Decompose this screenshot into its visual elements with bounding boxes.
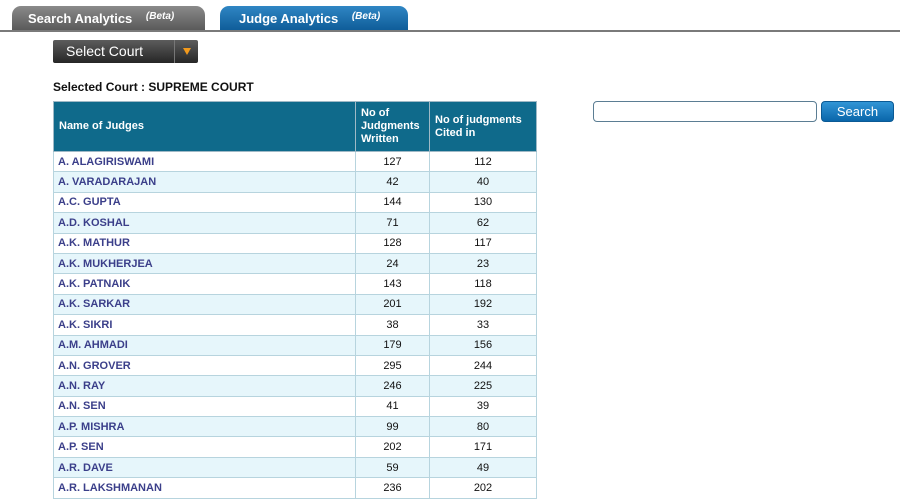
judge-name-link[interactable]: A.R. DAVE (53, 456, 356, 479)
table-row: A.C. GUPTA 144 130 (53, 191, 537, 214)
judge-name-link[interactable]: A.C. GUPTA (53, 191, 356, 214)
table-row: A.K. SIKRI 38 33 (53, 314, 537, 336)
judgments-cited-cell: 171 (429, 436, 537, 458)
table-row: A.N. SEN 41 39 (53, 395, 537, 418)
table-row: A. VARADARAJAN 42 40 (53, 171, 537, 193)
judgments-written-cell: 42 (355, 171, 430, 193)
judgments-cited-cell: 62 (429, 212, 537, 234)
table-header-row: Name of Judges No of Judgments Written N… (53, 101, 537, 152)
header-judgments-cited: No of judgments Cited in (429, 101, 537, 152)
judgments-written-cell: 99 (355, 416, 430, 438)
judge-name-link[interactable]: A.K. SIKRI (53, 314, 356, 336)
judgments-cited-cell: 23 (429, 252, 537, 275)
judgments-written-cell: 41 (355, 395, 430, 418)
table-row: A.K. MATHUR 128 117 (53, 232, 537, 254)
judge-name-link[interactable]: A. VARADARAJAN (53, 171, 356, 193)
search-input[interactable] (593, 101, 817, 122)
select-court-dropdown[interactable]: Select Court (53, 40, 198, 63)
table-row: A.D. KOSHAL 71 62 (53, 212, 537, 234)
judge-name-link[interactable]: A.P. SEN (53, 436, 356, 458)
table-row: A.M. AHMADI 179 156 (53, 334, 537, 356)
judgments-cited-cell: 117 (429, 232, 537, 254)
select-court-label: Select Court (66, 43, 144, 59)
judgments-written-cell: 295 (355, 354, 430, 377)
tab-bar: Search Analytics (Beta) Judge Analytics … (0, 0, 900, 32)
judge-name-link[interactable]: A.N. SEN (53, 395, 356, 418)
judgments-written-cell: 143 (355, 273, 430, 295)
judgments-written-cell: 24 (355, 252, 430, 275)
judge-name-link[interactable]: A.K. PATNAIK (53, 273, 356, 295)
search-button[interactable]: Search (821, 101, 894, 122)
beta-badge: (Beta) (351, 11, 381, 22)
judgments-cited-cell: 244 (429, 354, 537, 377)
judgments-cited-cell: 118 (429, 273, 537, 295)
header-judgments-written: No of Judgments Written (355, 101, 430, 152)
judgments-cited-cell: 49 (429, 456, 537, 479)
table-row: A.R. DAVE 59 49 (53, 456, 537, 479)
judge-name-link[interactable]: A.N. RAY (53, 375, 356, 397)
judgments-written-cell: 59 (355, 456, 430, 479)
judgments-cited-cell: 112 (429, 150, 537, 173)
judge-name-link[interactable]: A.K. MUKHERJEA (53, 252, 356, 275)
judgments-written-cell: 71 (355, 212, 430, 234)
tab-search-analytics-label: Search Analytics (28, 11, 133, 26)
table-row: A.K. SARKAR 201 192 (53, 293, 537, 316)
judgments-cited-cell: 39 (429, 395, 537, 418)
table-body: A. ALAGIRISWAMI 127 112 A. VARADARAJAN 42 40 A… (53, 150, 537, 499)
judgments-written-cell: 128 (355, 232, 430, 254)
judge-name-link[interactable]: A. ALAGIRISWAMI (53, 150, 356, 173)
judgments-written-cell: 236 (355, 477, 430, 499)
judgments-written-cell: 38 (355, 314, 430, 336)
tab-judge-analytics-label: Judge Analytics (239, 11, 339, 26)
judgments-written-cell: 179 (355, 334, 430, 356)
judgments-written-cell: 201 (355, 293, 430, 316)
judge-name-link[interactable]: A.P. MISHRA (53, 416, 356, 438)
tab-judge-analytics[interactable]: Judge Analytics (Beta) (220, 6, 408, 30)
table-row: A.P. SEN 202 171 (53, 436, 537, 458)
judgments-written-cell: 127 (355, 150, 430, 173)
judge-name-link[interactable]: A.K. MATHUR (53, 232, 356, 254)
judge-name-link[interactable]: A.D. KOSHAL (53, 212, 356, 234)
judge-name-link[interactable]: A.K. SARKAR (53, 293, 356, 316)
selected-court-text: Selected Court : SUPREME COURT (53, 80, 254, 94)
judge-name-link[interactable]: A.R. LAKSHMANAN (53, 477, 356, 499)
table-row: A.K. PATNAIK 143 118 (53, 273, 537, 295)
judgments-written-cell: 144 (355, 191, 430, 214)
table-row: A.P. MISHRA 99 80 (53, 416, 537, 438)
table-row: A. ALAGIRISWAMI 127 112 (53, 150, 537, 173)
judgments-cited-cell: 225 (429, 375, 537, 397)
dropdown-arrow-icon[interactable] (174, 40, 198, 63)
judgments-cited-cell: 202 (429, 477, 537, 499)
judgments-written-cell: 202 (355, 436, 430, 458)
table-row: A.K. MUKHERJEA 24 23 (53, 252, 537, 275)
judges-table: Name of Judges No of Judgments Written N… (53, 101, 537, 499)
beta-badge: (Beta) (145, 11, 175, 22)
judgments-cited-cell: 130 (429, 191, 537, 214)
judgments-cited-cell: 156 (429, 334, 537, 356)
table-row: A.N. GROVER 295 244 (53, 354, 537, 377)
judgments-cited-cell: 80 (429, 416, 537, 438)
table-row: A.N. RAY 246 225 (53, 375, 537, 397)
judge-name-link[interactable]: A.N. GROVER (53, 354, 356, 377)
judge-name-link[interactable]: A.M. AHMADI (53, 334, 356, 356)
header-name-of-judges: Name of Judges (53, 101, 356, 152)
table-row: A.R. LAKSHMANAN 236 202 (53, 477, 537, 499)
judgments-written-cell: 246 (355, 375, 430, 397)
tab-search-analytics[interactable]: Search Analytics (Beta) (12, 6, 205, 30)
judgments-cited-cell: 40 (429, 171, 537, 193)
judgments-cited-cell: 33 (429, 314, 537, 336)
judgments-cited-cell: 192 (429, 293, 537, 316)
